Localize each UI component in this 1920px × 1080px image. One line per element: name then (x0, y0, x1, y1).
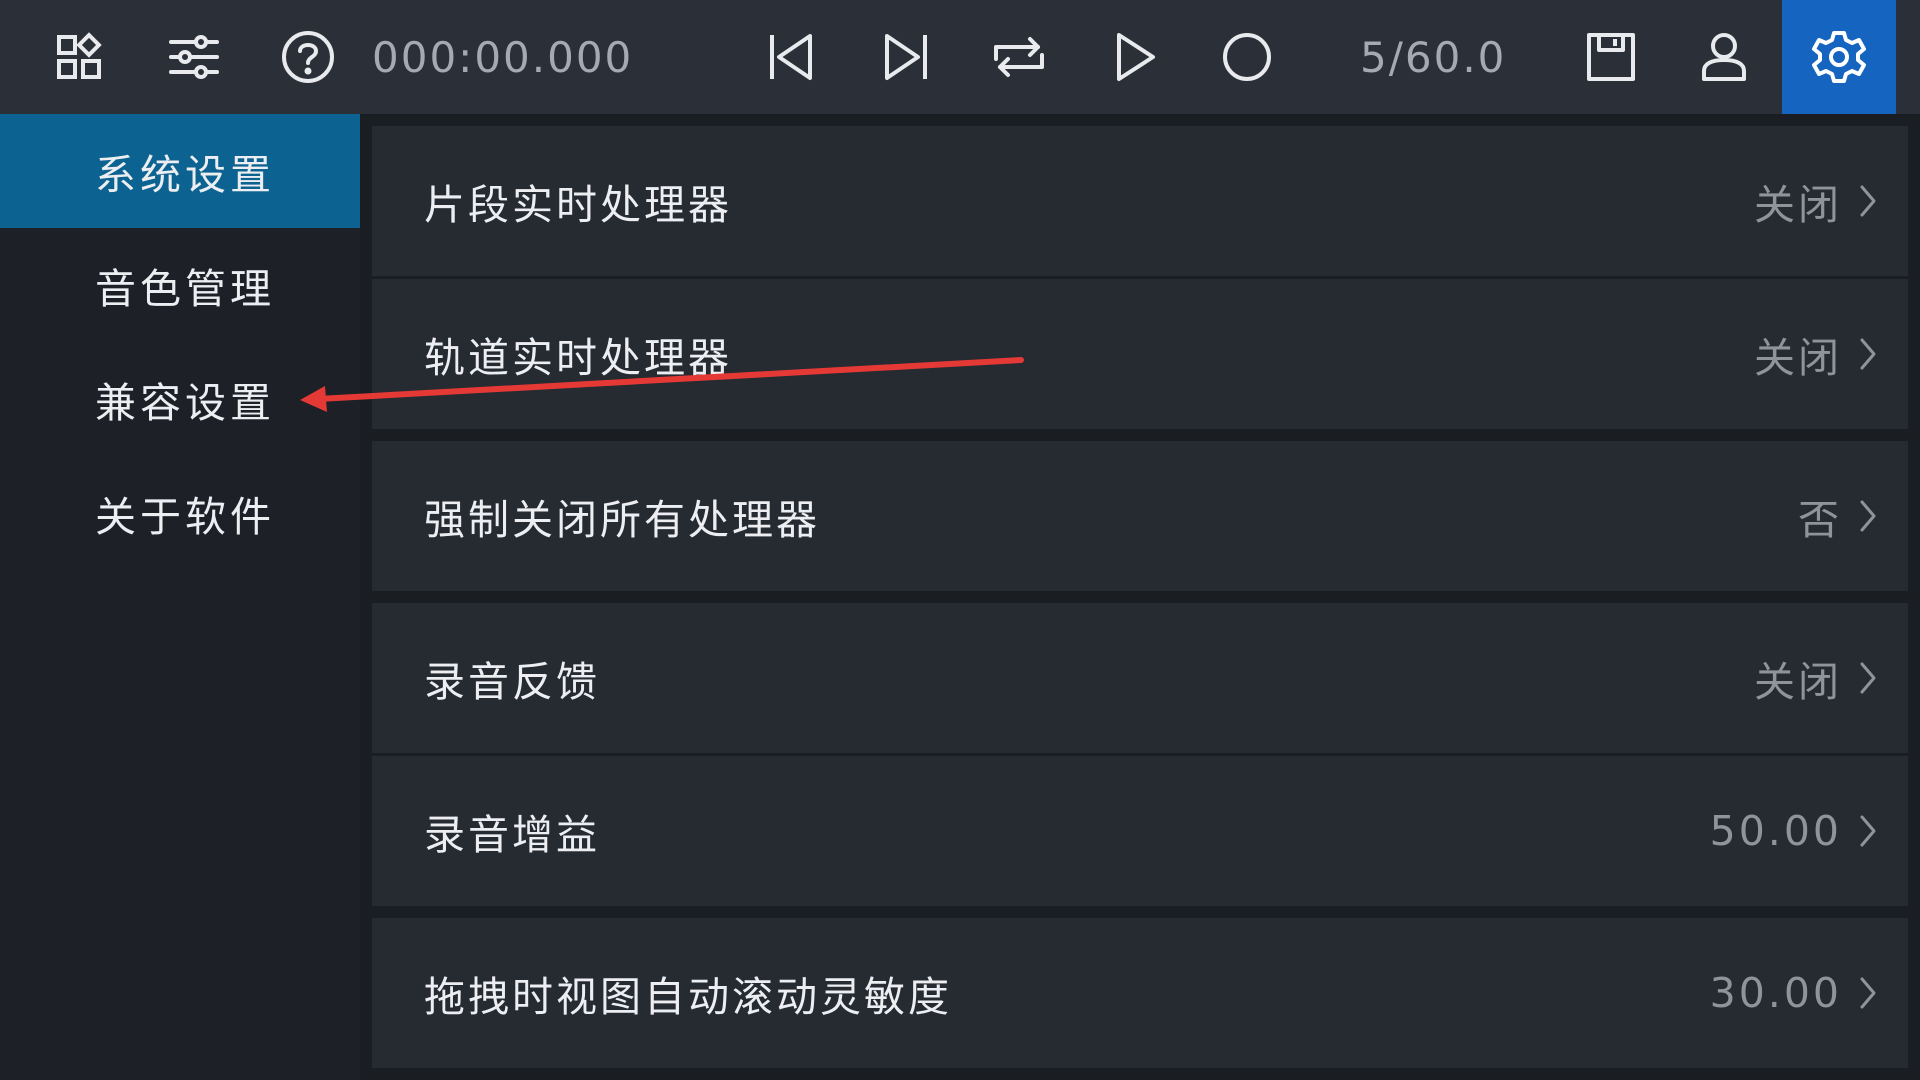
user-icon[interactable] (1667, 0, 1781, 114)
sidebar-item-label: 关于软件 (95, 493, 275, 541)
chevron-right-icon (1848, 441, 1888, 591)
skip-back-icon[interactable] (734, 0, 848, 114)
chevron-right-icon (1848, 756, 1888, 906)
chevron-right-icon (1848, 918, 1888, 1068)
setting-value: 关闭 (1754, 334, 1842, 382)
setting-row-force-close-all-processors[interactable]: 强制关闭所有处理器 否 (372, 441, 1908, 591)
save-icon[interactable] (1554, 0, 1668, 114)
setting-value: 否 (1798, 496, 1842, 544)
sidebar-item-label: 兼容设置 (95, 379, 275, 427)
setting-value: 30.00 (1709, 969, 1842, 1017)
setting-label: 拖拽时视图自动滚动灵敏度 (424, 973, 952, 1021)
setting-label: 录音增益 (424, 811, 600, 859)
position-display: 5/60.0 (1360, 32, 1507, 82)
sliders-icon[interactable] (137, 0, 251, 114)
sidebar-item-label: 音色管理 (95, 265, 275, 313)
setting-label: 强制关闭所有处理器 (424, 496, 820, 544)
setting-row-track-realtime-processor[interactable]: 轨道实时处理器 关闭 (372, 279, 1908, 429)
setting-value: 关闭 (1754, 181, 1842, 229)
setting-row-drag-autoscroll-sensitivity[interactable]: 拖拽时视图自动滚动灵敏度 30.00 (372, 918, 1908, 1068)
setting-row-recording-gain[interactable]: 录音增益 50.00 (372, 756, 1908, 906)
sidebar-item-about-software[interactable]: 关于软件 (0, 456, 360, 570)
settings-panel: 片段实时处理器 关闭 轨道实时处理器 关闭 强制关闭所有处理器 否 录音反馈 关… (360, 114, 1920, 1080)
play-icon[interactable] (1077, 0, 1191, 114)
setting-value: 50.00 (1709, 807, 1842, 855)
record-icon[interactable] (1190, 0, 1304, 114)
skip-forward-icon[interactable] (849, 0, 963, 114)
setting-label: 录音反馈 (424, 658, 600, 706)
sidebar-item-label: 系统设置 (95, 151, 275, 199)
setting-label: 片段实时处理器 (424, 181, 732, 229)
setting-label: 轨道实时处理器 (424, 334, 732, 382)
setting-row-recording-feedback[interactable]: 录音反馈 关闭 (372, 603, 1908, 753)
loop-icon[interactable] (962, 0, 1076, 114)
chevron-right-icon (1848, 279, 1888, 429)
toolbar: 000:00.000 5/60.0 (0, 0, 1920, 114)
time-display: 000:00.000 (372, 32, 634, 82)
grid-icon[interactable] (24, 0, 138, 114)
setting-row-clip-realtime-processor[interactable]: 片段实时处理器 关闭 (372, 126, 1908, 276)
help-icon[interactable] (251, 0, 365, 114)
chevron-right-icon (1848, 126, 1888, 276)
sidebar-item-timbre-management[interactable]: 音色管理 (0, 228, 360, 342)
settings-icon[interactable] (1782, 0, 1896, 114)
setting-value: 关闭 (1754, 658, 1842, 706)
sidebar-item-system-settings[interactable]: 系统设置 (0, 114, 360, 228)
sidebar-item-compatibility-settings[interactable]: 兼容设置 (0, 342, 360, 456)
chevron-right-icon (1848, 603, 1888, 753)
sidebar: 系统设置 音色管理 兼容设置 关于软件 (0, 114, 360, 1080)
